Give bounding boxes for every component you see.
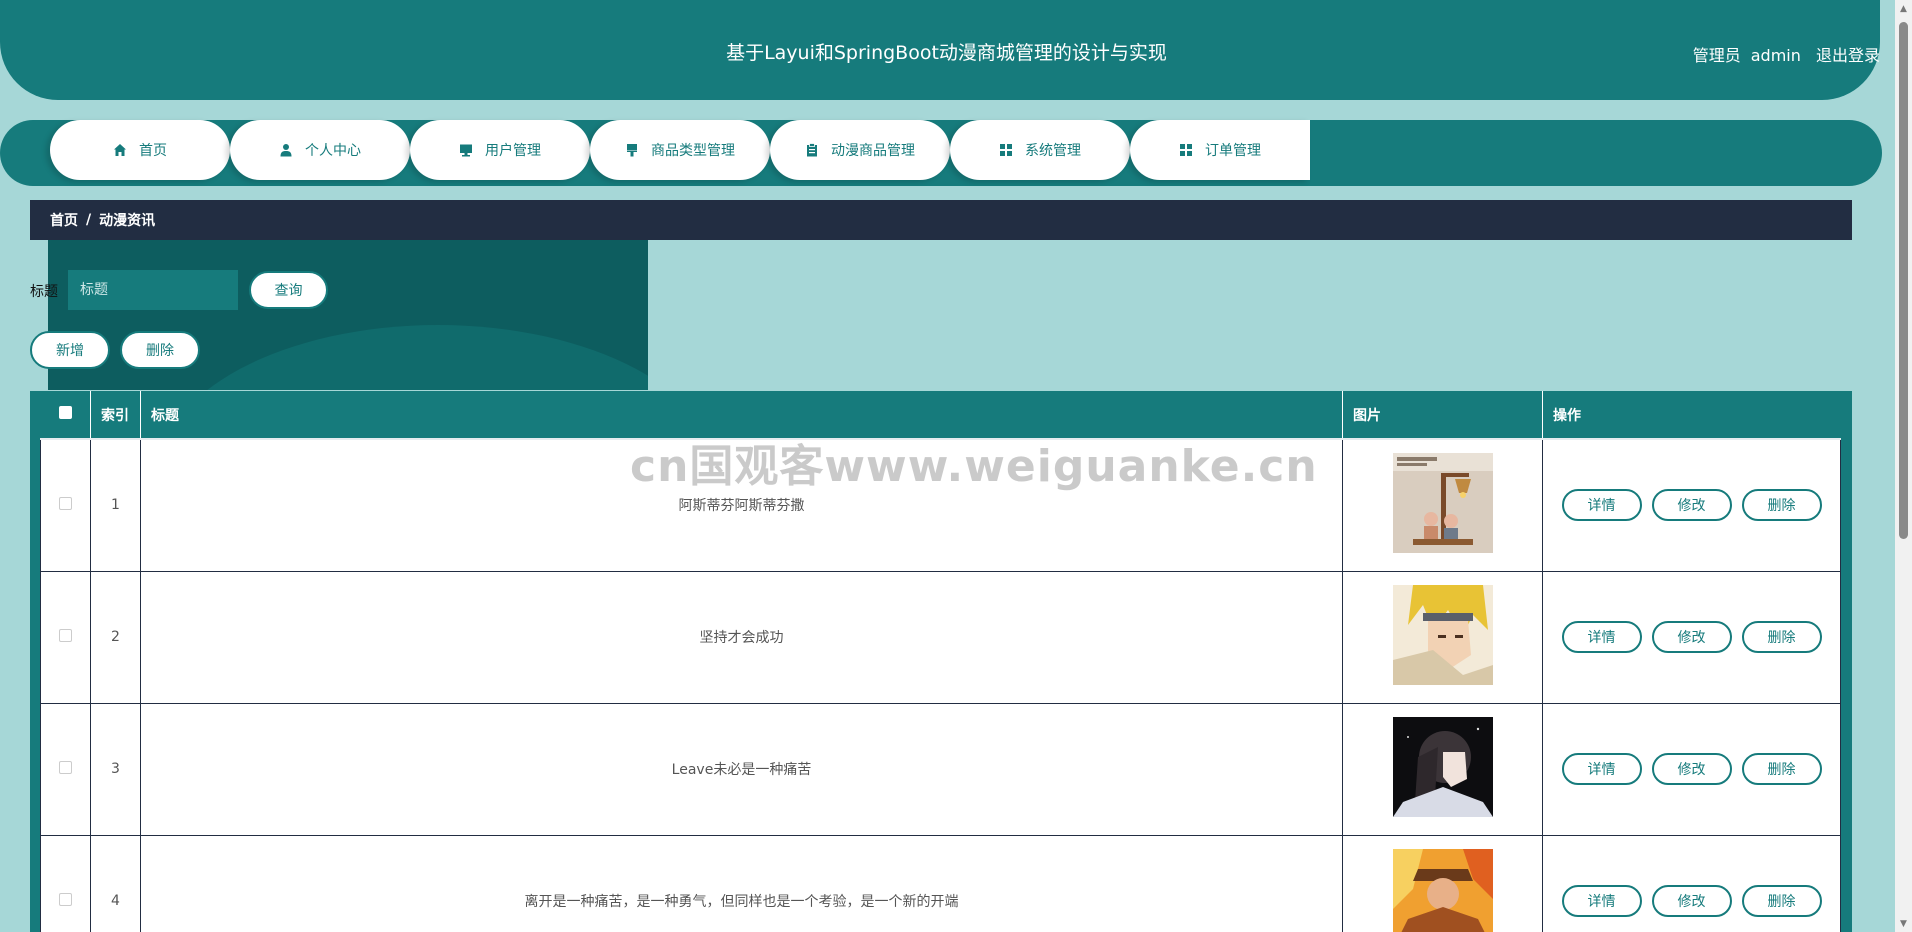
row-index: 4 [90,834,141,932]
row-checkbox[interactable] [59,496,72,510]
row-image-cell [1342,438,1543,572]
row-select-cell [40,834,91,932]
row-checkbox[interactable] [59,892,72,906]
search-input[interactable] [68,270,238,310]
clipboard-icon [805,143,819,157]
user-icon [279,143,293,157]
breadcrumb-home[interactable]: 首页 [50,210,78,230]
delete-button[interactable]: 删除 [1741,621,1822,653]
data-table: 索引 标题 图片 操作 1 阿斯蒂芬阿斯蒂芬撒 详情 修改 删除 2 坚持才会成… [40,391,1841,932]
table-row: 2 坚持才会成功 详情 修改 删除 [40,570,1841,704]
delete-button[interactable]: 删除 [1741,489,1822,522]
row-actions-cell: 详情 修改 删除 [1542,702,1841,836]
detail-button[interactable]: 详情 [1561,489,1642,522]
column-header-index: 索引 [90,391,141,440]
batch-delete-button[interactable]: 删除 [120,331,200,369]
row-actions-cell: 详情 修改 删除 [1542,834,1841,932]
column-header-image: 图片 [1342,391,1543,440]
main-nav: 首页 个人中心 用户管理 商品类型管理 动漫商品管理 系统管理 订单管理 [0,120,1882,186]
search-button[interactable]: 查询 [249,271,328,309]
decorative-arc [158,325,648,390]
breadcrumb-separator: / [86,212,92,228]
column-header-actions: 操作 [1542,391,1841,440]
nav-item-home[interactable]: 首页 [50,120,230,180]
nav-item-label: 动漫商品管理 [831,143,915,159]
select-all-checkbox[interactable] [58,406,72,419]
anime-fire-character-thumbnail [1392,849,1493,932]
detail-button[interactable]: 详情 [1561,885,1642,917]
grid-icon [999,143,1013,157]
nav-item-product-types[interactable]: 商品类型管理 [590,120,770,180]
table-row: 4 离开是一种痛苦，是一种勇气，但同样也是一个考验，是一个新的开端 详情 修改 … [40,834,1841,932]
scrollbar-thumb[interactable] [1899,22,1908,539]
row-checkbox[interactable] [59,628,72,642]
edit-button[interactable]: 修改 [1651,753,1732,785]
row-select-cell [40,702,91,836]
scroll-up-arrow-icon[interactable]: ▲ [1895,0,1912,17]
row-actions-cell: 详情 修改 删除 [1542,438,1841,572]
row-title: 坚持才会成功 [140,570,1343,704]
detail-button[interactable]: 详情 [1561,753,1642,785]
nav-item-anime-products[interactable]: 动漫商品管理 [770,120,950,180]
row-actions-cell: 详情 修改 删除 [1542,570,1841,704]
row-image-cell [1342,834,1543,932]
nav-item-orders[interactable]: 订单管理 [1130,120,1310,180]
edit-button[interactable]: 修改 [1651,489,1732,522]
edit-button[interactable]: 修改 [1651,885,1732,917]
table-header-row: 索引 标题 图片 操作 [40,391,1841,440]
nav-item-profile[interactable]: 个人中心 [230,120,410,180]
row-image-cell [1342,570,1543,704]
row-title: Leave未必是一种痛苦 [140,702,1343,836]
row-select-cell [40,570,91,704]
delete-button[interactable]: 删除 [1741,885,1822,917]
grid-icon [1179,143,1193,157]
delete-button[interactable]: 删除 [1741,753,1822,785]
row-index: 2 [90,570,141,704]
page-scrollbar[interactable]: ▲ ▼ [1895,0,1912,932]
nav-item-system[interactable]: 系统管理 [950,120,1130,180]
table-row: 3 Leave未必是一种痛苦 详情 修改 删除 [40,702,1841,836]
row-title: 阿斯蒂芬阿斯蒂芬撒 [140,438,1343,572]
logout-link[interactable]: 退出登录 [1816,46,1880,65]
user-role: 管理员 [1692,46,1741,65]
anime-blonde-character-thumbnail [1392,585,1493,685]
scroll-down-arrow-icon[interactable]: ▼ [1895,915,1912,932]
row-index: 1 [90,438,141,572]
top-header: 基于Layui和SpringBoot动漫商城管理的设计与实现 管理员 admin … [0,0,1880,100]
select-all-header [40,391,91,440]
row-title: 离开是一种痛苦，是一种勇气，但同样也是一个考验，是一个新的开端 [140,834,1343,932]
nav-item-label: 个人中心 [305,143,361,159]
anime-dark-haired-girl-thumbnail [1392,717,1493,817]
row-select-cell [40,438,91,572]
home-icon [113,143,127,157]
nav-item-label: 系统管理 [1025,143,1081,159]
breadcrumb: 首页 / 动漫资讯 [30,200,1852,240]
app-title: 基于Layui和SpringBoot动漫商城管理的设计与实现 [726,42,1167,64]
search-label: 标题 [30,284,58,300]
add-button[interactable]: 新增 [30,331,110,369]
nav-item-label: 商品类型管理 [651,143,735,159]
nav-item-label: 首页 [139,143,167,159]
user-name: admin [1750,46,1801,65]
detail-button[interactable]: 详情 [1561,621,1642,653]
breadcrumb-current: 动漫资讯 [99,213,156,229]
brush-icon [625,143,639,157]
table-row: 1 阿斯蒂芬阿斯蒂芬撒 详情 修改 删除 [40,438,1841,572]
monitor-icon [459,143,473,157]
column-header-title: 标题 [140,391,1343,440]
row-index: 3 [90,702,141,836]
user-info: 管理员 admin 退出登录 [1693,42,1880,66]
edit-button[interactable]: 修改 [1651,621,1732,653]
row-checkbox[interactable] [59,760,72,774]
lamp-figurine-thumbnail [1392,453,1493,554]
nav-item-label: 订单管理 [1205,143,1261,159]
nav-item-label: 用户管理 [485,143,541,159]
row-image-cell [1342,702,1543,836]
data-table-container: 索引 标题 图片 操作 1 阿斯蒂芬阿斯蒂芬撒 详情 修改 删除 2 坚持才会成… [30,391,1852,932]
nav-item-users[interactable]: 用户管理 [410,120,590,180]
